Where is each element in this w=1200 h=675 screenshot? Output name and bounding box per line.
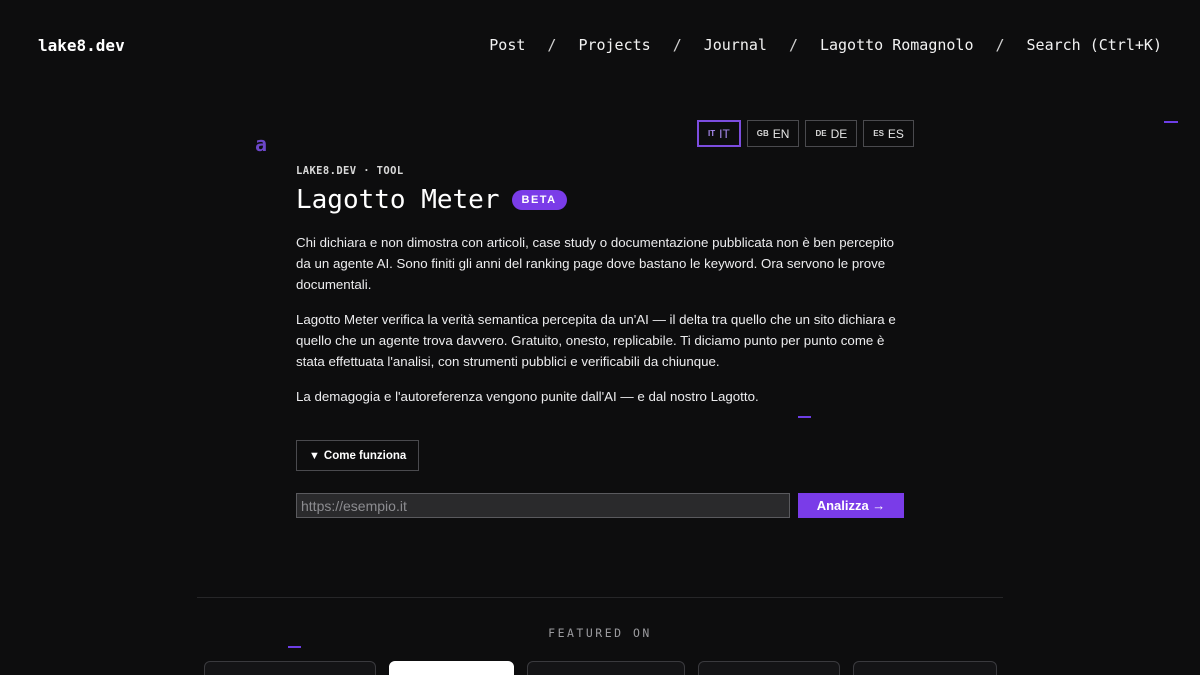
featured-card[interactable] xyxy=(853,661,997,675)
intro-paragraph: Chi dichiara e non dimostra con articoli… xyxy=(296,235,894,292)
decorative-dash xyxy=(1164,121,1178,123)
lang-label: EN xyxy=(772,126,790,141)
nav-lagotto-romagnolo[interactable]: Lagotto Romagnolo xyxy=(820,36,974,54)
flag-gb-icon: GB xyxy=(756,129,769,138)
decorative-dash xyxy=(288,646,301,648)
flag-it-icon: IT xyxy=(708,129,716,138)
section-divider xyxy=(197,597,1003,598)
triangle-down-icon: ▼ xyxy=(309,449,320,462)
how-it-works-label: Come funziona xyxy=(323,449,407,462)
nav-separator: / xyxy=(788,36,798,54)
flag-de-icon: DE xyxy=(815,129,827,138)
how-it-works-toggle[interactable]: ▼ Come funziona xyxy=(296,440,420,471)
nav-search[interactable]: Search (Ctrl+K) xyxy=(1027,36,1162,54)
featured-card[interactable] xyxy=(389,661,514,675)
analyze-button[interactable]: Analizza → xyxy=(798,493,904,518)
site-logo[interactable]: lake8.dev xyxy=(38,36,125,55)
nav-projects[interactable]: Projects xyxy=(578,36,650,54)
featured-card[interactable] xyxy=(204,661,376,675)
nav-separator: / xyxy=(547,36,557,54)
nav-post[interactable]: Post xyxy=(489,36,525,54)
lang-button-de[interactable]: DE DE xyxy=(805,120,858,147)
main-nav: Post / Projects / Journal / Lagotto Roma… xyxy=(489,36,1162,54)
lang-button-es[interactable]: ES ES xyxy=(863,120,914,147)
language-switcher: IT IT GB EN DE DE ES ES xyxy=(697,120,914,147)
featured-card[interactable] xyxy=(698,661,840,675)
featured-card[interactable] xyxy=(527,661,685,675)
url-input[interactable] xyxy=(296,493,790,518)
nav-separator: / xyxy=(672,36,682,54)
eyebrow: LAKE8.DEV · TOOL xyxy=(296,165,404,177)
featured-logos xyxy=(0,661,1200,675)
lang-label: ES xyxy=(887,126,904,141)
flag-es-icon: ES xyxy=(873,129,884,138)
featured-heading: FEATURED ON xyxy=(548,626,652,640)
lang-label: DE xyxy=(830,126,848,141)
page-title: Lagotto Meter xyxy=(296,185,500,215)
beta-badge: BETA xyxy=(511,190,567,210)
decorative-letter: a xyxy=(255,132,268,156)
lang-button-it[interactable]: IT IT xyxy=(697,120,741,147)
lang-label: IT xyxy=(719,126,730,141)
nav-journal[interactable]: Journal xyxy=(704,36,767,54)
title-row: Lagotto Meter BETA xyxy=(296,185,904,215)
nav-separator: / xyxy=(995,36,1005,54)
lang-button-en[interactable]: GB EN xyxy=(746,120,800,147)
closing-paragraph: La demagogia e l'autoreferenza vengono p… xyxy=(296,389,759,404)
tool-section: LAKE8.DEV · TOOL Lagotto Meter BETA Chi … xyxy=(296,165,904,518)
description-paragraph: Lagotto Meter verifica la verità semanti… xyxy=(296,312,896,369)
analyze-form: Analizza → xyxy=(296,493,904,518)
